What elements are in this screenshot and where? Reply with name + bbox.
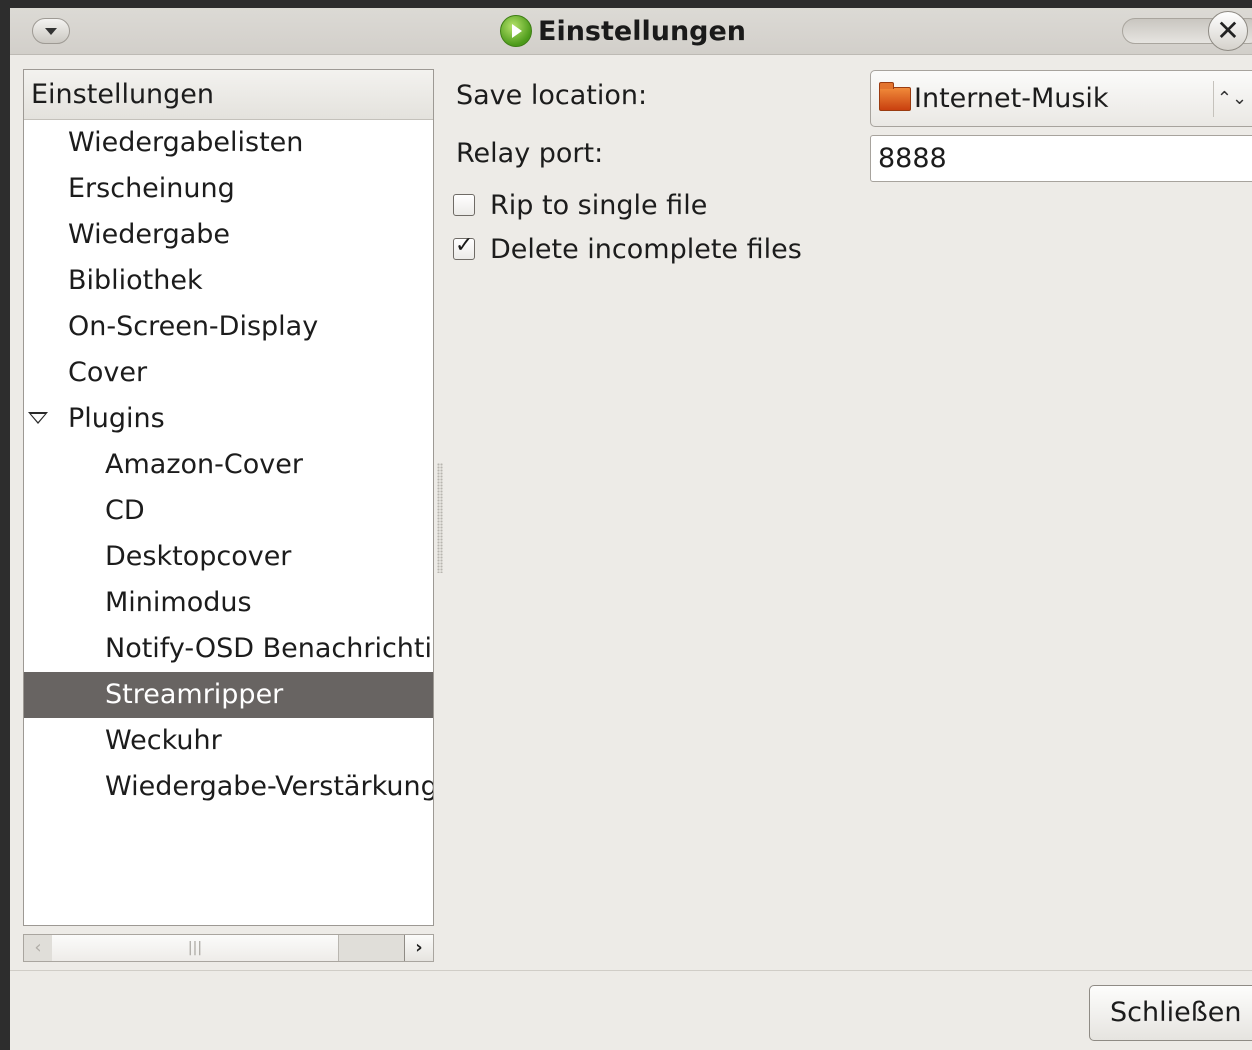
tree-item-weckuhr[interactable]: Weckuhr <box>24 718 433 764</box>
tree-item-minimodus[interactable]: Minimodus <box>24 580 433 626</box>
tree-item-cover[interactable]: Cover <box>24 350 433 396</box>
tree-item-desktopcover[interactable]: Desktopcover <box>24 534 433 580</box>
pane-splitter-handle[interactable] <box>437 463 443 573</box>
save-location-combo[interactable]: Internet-Musik ⌃⌄ <box>870 70 1252 127</box>
tree-item-notify-osd[interactable]: Notify-OSD Benachrichtig <box>24 626 433 672</box>
scroll-left-icon[interactable]: ‹ <box>24 935 53 961</box>
button-area-divider <box>10 970 1252 971</box>
preferences-tree: Einstellungen Wiedergabelisten Erscheinu… <box>23 69 434 926</box>
window-title-group: Einstellungen <box>500 13 746 49</box>
chevron-down-icon <box>45 28 57 35</box>
save-location-value: Internet-Musik <box>914 83 1109 114</box>
scroll-right-icon[interactable]: › <box>404 935 433 961</box>
combo-up-down-icon: ⌃⌄ <box>1216 88 1248 109</box>
close-button[interactable]: Schließen <box>1089 985 1252 1041</box>
tree-column-header[interactable]: Einstellungen <box>24 70 433 120</box>
tree-item-plugins-label: Plugins <box>68 403 165 434</box>
tree-item-streamripper[interactable]: Streamripper <box>24 672 433 718</box>
combo-separator <box>1213 81 1214 117</box>
tree-item-on-screen-display[interactable]: On-Screen-Display <box>24 304 433 350</box>
tree-item-wiedergabelisten[interactable]: Wiedergabelisten <box>24 120 433 166</box>
app-play-icon <box>500 15 532 47</box>
save-location-label: Save location: <box>456 80 648 111</box>
tree-item-wiedergabe[interactable]: Wiedergabe <box>24 212 433 258</box>
relay-port-field[interactable]: 8888 <box>870 135 1252 182</box>
tree-item-erscheinung[interactable]: Erscheinung <box>24 166 433 212</box>
scrollbar-thumb[interactable]: ||| <box>52 935 339 961</box>
delete-incomplete-label: Delete incomplete files <box>490 233 802 265</box>
tree-item-amazon-cover[interactable]: Amazon-Cover <box>24 442 433 488</box>
rip-single-file-checkbox[interactable] <box>453 194 475 216</box>
window-close-button[interactable]: ✕ <box>1208 11 1248 51</box>
preferences-window: Einstellungen ✕ Einstellungen Wiedergabe… <box>10 8 1252 1050</box>
checkmark-icon: ✓ <box>455 233 474 258</box>
window-menu-button[interactable] <box>32 18 70 44</box>
tree-item-bibliothek[interactable]: Bibliothek <box>24 258 433 304</box>
tree-item-cd[interactable]: CD <box>24 488 433 534</box>
rip-single-file-label: Rip to single file <box>490 189 708 221</box>
horizontal-scrollbar[interactable]: ‹ ||| › <box>23 934 434 962</box>
folder-icon <box>879 82 911 111</box>
delete-incomplete-option[interactable]: ✓ Delete incomplete files <box>453 229 802 269</box>
delete-incomplete-checkbox[interactable]: ✓ <box>453 233 475 260</box>
expander-down-icon[interactable] <box>28 412 48 424</box>
window-title: Einstellungen <box>538 15 747 47</box>
tree-list: Wiedergabelisten Erscheinung Wiedergabe … <box>24 120 433 810</box>
tree-item-wiedergabe-verstaerkung[interactable]: Wiedergabe-Verstärkung <box>24 764 433 810</box>
rip-single-file-option[interactable]: Rip to single file <box>453 185 707 225</box>
title-bar[interactable]: Einstellungen ✕ <box>10 8 1252 55</box>
relay-port-label: Relay port: <box>456 138 604 169</box>
tree-item-plugins[interactable]: Plugins <box>24 396 433 442</box>
